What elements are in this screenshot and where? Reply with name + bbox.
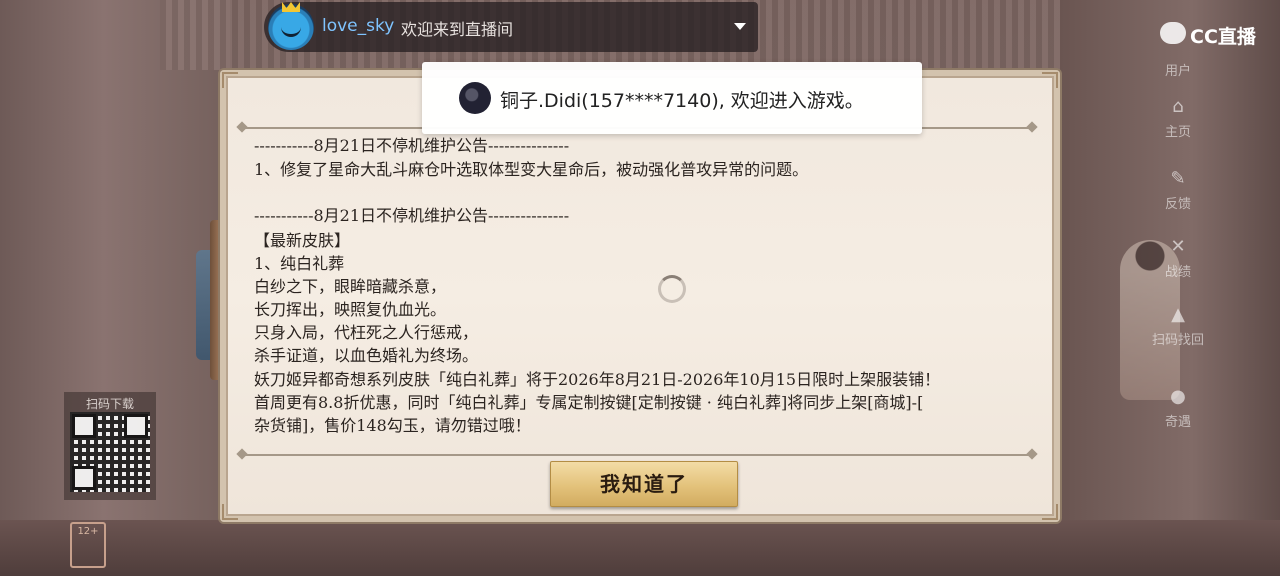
qr-download-panel[interactable]: 扫码下载: [64, 392, 156, 500]
home-icon: ⌂: [1172, 96, 1184, 117]
avatar-face: [281, 20, 301, 37]
notice-header: -----------8月21日不停机维护公告---------------: [254, 136, 570, 155]
dialog-corner: [1042, 72, 1058, 88]
notice-section-title: 【最新皮肤】: [254, 231, 351, 250]
side-item-home[interactable]: ⌂ 主页: [1146, 96, 1210, 140]
side-item-label: 用户: [1164, 64, 1191, 79]
dialog-corner: [1042, 504, 1058, 520]
cc-paw-icon: [1160, 22, 1186, 44]
welcome-username: love_sky: [322, 16, 395, 36]
notice-line: 妖刀姬异都奇想系列皮肤「纯白礼葬」将于2026年8月21日-2026年10月15…: [254, 370, 941, 389]
notice-line: 杀手证道，以血色婚礼为终场。: [254, 346, 479, 365]
side-item-battle[interactable]: ✕ 战绩: [1146, 236, 1210, 280]
chevron-down-icon[interactable]: [734, 23, 746, 30]
cc-live-logo: CC直播: [1160, 20, 1260, 48]
side-item-label: 扫码找回: [1151, 333, 1204, 348]
qr-code: [70, 412, 150, 492]
qrcode-recover-icon: ▲: [1171, 304, 1185, 325]
side-item-recover[interactable]: ▲ 扫码找回: [1146, 304, 1210, 348]
side-item-feedback[interactable]: ✎ 反馈: [1146, 168, 1210, 212]
player-avatar: [459, 82, 491, 114]
loading-spinner-icon: [658, 275, 686, 303]
welcome-message: 欢迎来到直播间: [401, 20, 514, 39]
side-item-label: 反馈: [1164, 197, 1191, 212]
qr-finder: [72, 414, 96, 438]
background-floor: [0, 520, 1280, 576]
confirm-button[interactable]: 我知道了: [550, 461, 738, 507]
notice-line: 长刀挥出，映照复仇血光。: [254, 300, 447, 319]
crown-icon: [282, 2, 300, 12]
notice-line: 1、修复了星命大乱斗麻仓叶选取体型变大星命后，被动强化普攻异常的问题。: [254, 160, 809, 179]
age-rating-label: 12+: [77, 526, 99, 537]
divider-bottom: [242, 454, 1032, 456]
qr-finder: [72, 466, 96, 490]
side-item-label: 主页: [1164, 125, 1191, 140]
qr-finder: [124, 414, 148, 438]
notice-line: 首周更有8.8折优惠，同时「纯白礼葬」专属定制按键[定制按键 · 纯白礼葬]将同…: [254, 393, 924, 412]
dialog-corner: [222, 72, 238, 88]
adventure-icon: ●: [1170, 386, 1186, 407]
dialog-corner: [222, 504, 238, 520]
qr-label: 扫码下载: [85, 397, 134, 411]
notice-line: 只身入局，代枉死之人行惩戒，: [254, 323, 479, 342]
notice-header: -----------8月21日不停机维护公告---------------: [254, 206, 570, 225]
brand-label: CC直播: [1190, 26, 1256, 48]
age-rating-badge: 12+: [70, 522, 106, 568]
welcome-toast: 铜子.Didi(157****7140), 欢迎进入游戏。: [422, 62, 922, 134]
notice-line: 1、纯白礼葬: [254, 254, 345, 273]
notice-line: 杂货铺]，售价148勾玉，请勿错过哦！: [254, 416, 531, 435]
user-avatar: [268, 2, 314, 50]
feedback-icon: ✎: [1170, 168, 1186, 189]
toast-text: 铜子.Didi(157****7140), 欢迎进入游戏。: [500, 90, 864, 112]
side-item-label: 奇遇: [1164, 415, 1191, 430]
notice-line: 白纱之下，眼眸暗藏杀意，: [254, 277, 447, 296]
battle-icon: ✕: [1170, 236, 1186, 257]
side-item-user[interactable]: 用户: [1146, 60, 1210, 79]
side-item-label: 战绩: [1164, 265, 1191, 280]
side-item-adventure[interactable]: ● 奇遇: [1146, 386, 1210, 430]
live-welcome-banner: love_sky 欢迎来到直播间: [264, 2, 758, 52]
announcement-dialog: -----------8月21日不停机维护公告--------------- 1…: [220, 70, 1060, 522]
